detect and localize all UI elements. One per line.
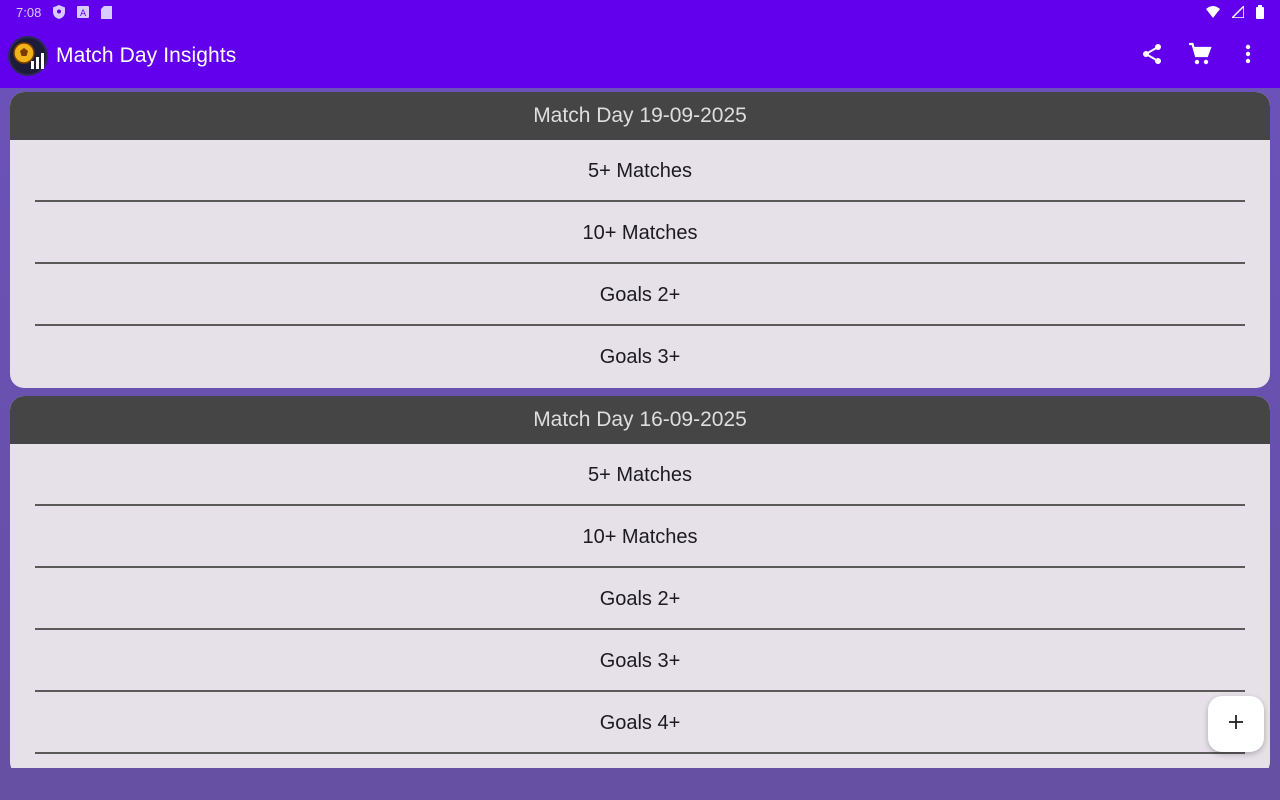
list-item[interactable]: 10+ Matches: [10, 202, 1270, 264]
list-item[interactable]: Goals 2+: [10, 264, 1270, 326]
status-right: [1206, 5, 1264, 19]
match-day-list[interactable]: Match Day 19-09-2025 5+ Matches 10+ Matc…: [0, 88, 1280, 768]
svg-text:A: A: [80, 9, 87, 18]
battery-icon: [1256, 5, 1264, 19]
app-bar-actions: [1132, 36, 1272, 76]
app-bar: Match Day Insights: [0, 24, 1280, 88]
add-button[interactable]: [1208, 696, 1264, 752]
more-vert-icon: [1245, 44, 1251, 69]
app-logo-icon: [8, 36, 48, 76]
status-time: 7:08: [16, 4, 42, 20]
list-item[interactable]: 10+ Matches: [10, 506, 1270, 568]
signal-icon: [1232, 6, 1244, 18]
match-day-card: Match Day 19-09-2025 5+ Matches 10+ Matc…: [10, 92, 1270, 388]
share-button[interactable]: [1132, 36, 1172, 76]
list-item[interactable]: Goals 2+: [10, 568, 1270, 630]
add-icon: [1227, 713, 1245, 736]
more-options-button[interactable]: [1228, 36, 1268, 76]
wifi-icon: [1206, 6, 1220, 18]
match-day-card: Match Day 16-09-2025 5+ Matches 10+ Matc…: [10, 396, 1270, 768]
list-item[interactable]: Goals 3+: [10, 630, 1270, 692]
list-item[interactable]: 5+ Matches: [10, 140, 1270, 202]
shield-icon: [53, 5, 66, 19]
list-item[interactable]: Goals 3+: [10, 326, 1270, 388]
status-bar: 7:08 A: [0, 0, 1280, 24]
status-left: 7:08 A: [16, 4, 113, 20]
match-day-header: Match Day 19-09-2025: [10, 92, 1270, 140]
list-item[interactable]: 5+ Matches: [10, 444, 1270, 506]
share-icon: [1141, 43, 1163, 70]
translate-icon: A: [77, 6, 90, 18]
match-day-header: Match Day 16-09-2025: [10, 396, 1270, 444]
list-item[interactable]: Goals 4+: [10, 692, 1270, 754]
app-title: Match Day Insights: [56, 44, 237, 67]
sd-card-icon: [101, 5, 113, 19]
cart-button[interactable]: [1180, 36, 1220, 76]
cart-icon: [1188, 42, 1212, 71]
